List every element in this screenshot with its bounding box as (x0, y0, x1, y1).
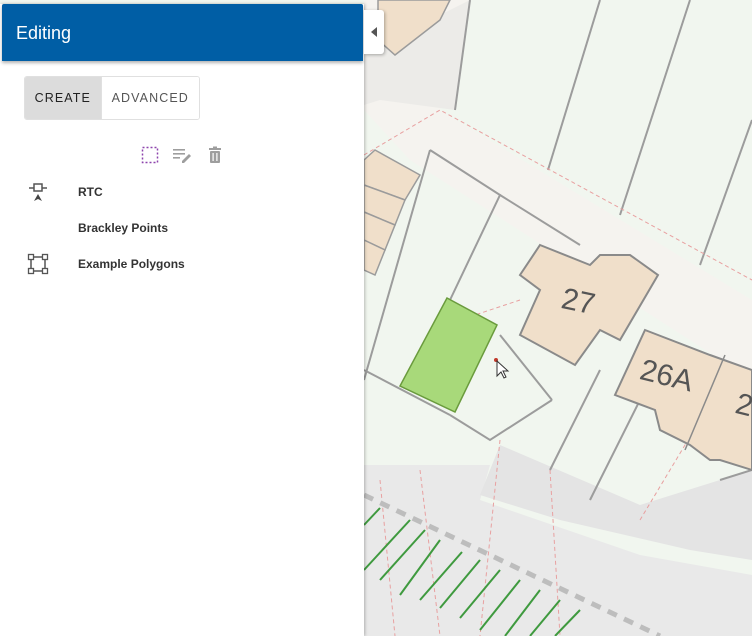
mode-tabs: CREATE ADVANCED (24, 76, 200, 120)
layer-item-rtc[interactable]: RTC (0, 181, 364, 207)
panel-header: Editing (2, 4, 363, 61)
panel-title: Editing (16, 23, 72, 43)
edit-attributes-icon[interactable] (172, 145, 192, 165)
layer-item-example-polygons[interactable]: Example Polygons (0, 253, 364, 279)
chevron-left-icon (371, 27, 377, 37)
tab-advanced[interactable]: ADVANCED (100, 77, 199, 119)
polygon-feature-icon (27, 253, 49, 275)
editing-panel: Editing CREATE ADVANCED RTC Brackley Poi… (0, 4, 364, 636)
collapse-panel-button[interactable] (364, 10, 384, 54)
point-feature-icon (27, 181, 49, 203)
select-rectangle-icon[interactable] (140, 145, 160, 165)
layer-label-example-polygons: Example Polygons (78, 257, 185, 271)
tab-create[interactable]: CREATE (25, 77, 101, 119)
layer-label-brackley-points: Brackley Points (78, 221, 169, 235)
delete-icon[interactable] (205, 145, 225, 165)
layer-label-rtc: RTC (78, 185, 103, 199)
building-label-27: 27 (558, 282, 598, 321)
layer-item-brackley-points[interactable]: Brackley Points (0, 217, 364, 243)
